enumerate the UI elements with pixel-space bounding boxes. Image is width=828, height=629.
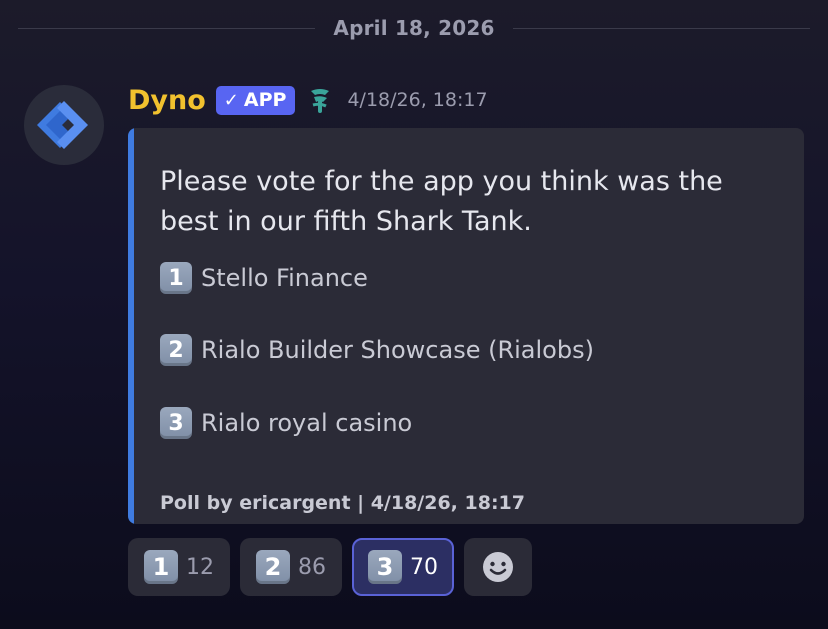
add-reaction-button[interactable] <box>464 538 532 596</box>
role-icon[interactable] <box>307 85 333 115</box>
app-badge: ✓ APP <box>215 85 296 115</box>
message-timestamp: 4/18/26, 18:17 <box>347 89 488 111</box>
poll-option-label: Rialo Builder Showcase (Rialobs) <box>201 336 594 364</box>
poll-option-label: Stello Finance <box>201 264 368 292</box>
avatar[interactable] <box>24 85 104 165</box>
smiley-add-reaction-icon <box>483 552 513 582</box>
poll-option-label: Rialo royal casino <box>201 409 413 437</box>
keycap-1-icon: 1 <box>144 550 178 584</box>
reactions-bar: 1 12 2 86 3 70 <box>128 537 532 597</box>
keycap-3-icon: 3 <box>368 550 402 584</box>
poll-embed: Please vote for the app you think was th… <box>128 128 804 524</box>
keycap-1-icon: 1 <box>160 262 192 294</box>
app-badge-label: APP <box>243 88 287 111</box>
embed-footer: Poll by ericargent | 4/18/26, 18:17 <box>160 492 525 514</box>
poll-option-1: 1 Stello Finance <box>160 262 368 294</box>
check-icon: ✓ <box>223 89 239 111</box>
reaction-2[interactable]: 2 86 <box>240 538 342 596</box>
embed-body: Please vote for the app you think was th… <box>160 162 780 514</box>
keycap-2-icon: 2 <box>160 334 192 366</box>
divider-line-right <box>512 27 811 29</box>
divider-line-left <box>18 27 316 29</box>
message-header: Dyno ✓ APP 4/18/26, 18:17 <box>128 83 488 117</box>
reaction-1[interactable]: 1 12 <box>128 538 230 596</box>
date-divider: April 18, 2026 <box>18 14 811 42</box>
poll-option-2: 2 Rialo Builder Showcase (Rialobs) <box>160 334 594 366</box>
poll-option-3: 3 Rialo royal casino <box>160 407 412 439</box>
reaction-count: 70 <box>410 554 438 580</box>
embed-description: Please vote for the app you think was th… <box>160 166 723 237</box>
username[interactable]: Dyno <box>128 85 206 116</box>
keycap-2-icon: 2 <box>256 550 290 584</box>
date-divider-text: April 18, 2026 <box>333 16 495 40</box>
reaction-3[interactable]: 3 70 <box>352 538 454 596</box>
reaction-count: 12 <box>186 554 214 580</box>
embed-accent-bar <box>128 128 134 524</box>
dyno-logo-icon <box>37 101 88 149</box>
keycap-3-icon: 3 <box>160 407 192 439</box>
reaction-count: 86 <box>298 554 326 580</box>
